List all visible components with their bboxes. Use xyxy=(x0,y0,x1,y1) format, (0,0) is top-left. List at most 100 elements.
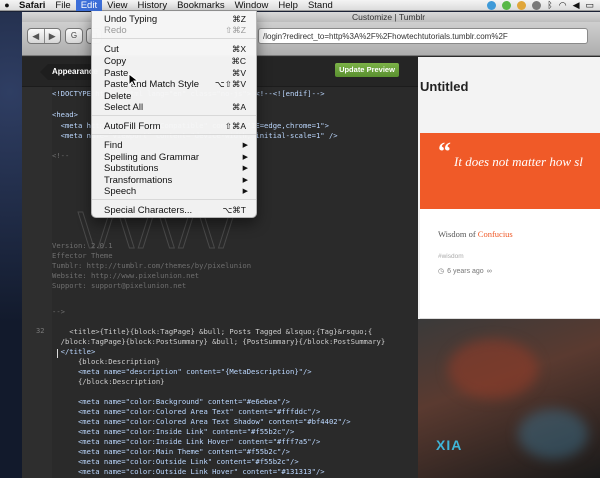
menu-item-label: Cut xyxy=(104,44,119,55)
menu-item-label: Redo xyxy=(104,25,127,36)
code-line: </title> xyxy=(52,347,96,356)
menu-item-substitutions[interactable]: Substitutions ▶ xyxy=(92,163,256,174)
menu-item-shortcut: ⇧⌘Z xyxy=(225,25,246,35)
menu-item-autofill-form[interactable]: AutoFill Form ⇧⌘A xyxy=(92,121,256,132)
menu-item-undo-typing[interactable]: Undo Typing ⌘Z xyxy=(92,14,256,25)
menu-item-label: Speech xyxy=(104,186,137,197)
menu-stand[interactable]: Stand xyxy=(303,0,338,11)
code-line: <title>{Title}{block:TagPage} &bull; Pos… xyxy=(52,327,373,336)
menu-help[interactable]: Help xyxy=(273,0,303,11)
evernote-icon[interactable] xyxy=(502,0,512,10)
apple-icon[interactable]: ● xyxy=(0,0,14,10)
menu-bookmarks[interactable]: Bookmarks xyxy=(172,0,230,11)
menu-item-find[interactable]: Find ▶ xyxy=(92,140,256,151)
quote-source: Wisdom of Confucius xyxy=(438,229,513,239)
menu-item-paste-and-match-style[interactable]: Paste and Match Style ⌥⇧⌘V xyxy=(92,79,256,90)
submenu-arrow-icon: ▶ xyxy=(242,165,248,172)
battery-icon[interactable]: ▭ xyxy=(585,0,594,11)
nav-buttons: ◀ ▶ xyxy=(27,28,61,44)
blog-title[interactable]: Untitled xyxy=(420,79,468,94)
code-line: --> xyxy=(52,307,65,316)
submenu-arrow-icon: ▶ xyxy=(242,142,248,149)
code-line: <head> xyxy=(52,110,78,119)
menu-item-label: Undo Typing xyxy=(104,14,158,25)
menu-item-copy[interactable]: Copy ⌘C xyxy=(92,56,256,67)
address-bar[interactable]: /login?redirect_to=http%3A%2F%2Fhowtecht… xyxy=(258,28,588,44)
menu-item-label: Spelling and Grammar xyxy=(104,152,200,163)
submenu-arrow-icon: ▶ xyxy=(242,177,248,184)
back-icon[interactable]: ◀ xyxy=(28,29,45,43)
menu-item-cut[interactable]: Cut ⌘X xyxy=(92,44,256,55)
submenu-arrow-icon: ▶ xyxy=(242,188,248,195)
menu-item-transformations[interactable]: Transformations ▶ xyxy=(92,175,256,186)
quote-mark: “ xyxy=(438,137,451,166)
dropbox-icon[interactable] xyxy=(487,0,497,10)
growl-icon[interactable] xyxy=(517,0,527,10)
code-line: <meta name="color:Outside Link Hover" co… xyxy=(52,467,325,476)
menu-item-label: Select All xyxy=(104,102,144,113)
menu-item-label: Copy xyxy=(104,56,127,67)
menu-item-shortcut: ⇧⌘A xyxy=(224,121,246,131)
post-footer: Wisdom of Confucius #wisdom ◷ 6 years ag… xyxy=(420,209,600,319)
timemachine-icon[interactable] xyxy=(532,0,542,10)
quote-source-link[interactable]: Confucius xyxy=(478,229,513,239)
code-line: Website: http://www.pixelunion.net xyxy=(52,271,200,280)
code-line: <meta name="color:Colored Area Text" con… xyxy=(52,407,321,416)
code-line: <!-- xyxy=(52,151,70,160)
menu-item-label: AutoFill Form xyxy=(104,121,161,132)
menu-item-label: Delete xyxy=(104,91,132,102)
menu-item-spelling-and-grammar[interactable]: Spelling and Grammar ▶ xyxy=(92,152,256,163)
menu-safari[interactable]: Safari xyxy=(14,0,50,11)
photo-post: XIA xyxy=(418,319,600,478)
post-tag[interactable]: #wisdom xyxy=(438,253,464,260)
code-line: <meta name="color:Inside Link" content="… xyxy=(52,427,295,436)
menu-item-shortcut: ⌘X xyxy=(231,44,246,54)
menubar: ● Safari File Edit View History Bookmark… xyxy=(0,0,600,11)
menu-item-shortcut: ⌘C xyxy=(231,56,246,66)
menu-item-shortcut: ⌥⌘T xyxy=(222,205,247,215)
volume-icon[interactable]: ◀ xyxy=(573,0,580,11)
menu-item-special-characters[interactable]: Special Characters... ⌥⌘T xyxy=(92,205,256,216)
menu-item-redo[interactable]: Redo ⇧⌘Z xyxy=(92,25,256,36)
menu-separator xyxy=(92,38,256,39)
menu-item-delete[interactable]: Delete xyxy=(92,91,256,102)
code-line: <meta name="color:Background" content="#… xyxy=(52,397,290,406)
menu-item-shortcut: ⌘V xyxy=(231,68,246,78)
submenu-arrow-icon: ▶ xyxy=(242,154,248,161)
mouse-pointer-icon xyxy=(128,73,138,87)
tab-overview-button[interactable]: G xyxy=(65,28,83,44)
code-line: <meta name="color:Colored Area Text Shad… xyxy=(52,417,351,426)
menu-item-label: Transformations xyxy=(104,175,173,186)
line-number: 32 xyxy=(36,327,45,335)
menu-file[interactable]: File xyxy=(50,0,75,11)
code-line: {block:Description} xyxy=(52,357,161,366)
post-meta: ◷ 6 years ago ∞ xyxy=(438,267,492,276)
notes-icon[interactable]: ∞ xyxy=(487,268,492,275)
photo-blur-2 xyxy=(518,409,588,459)
menu-item-paste[interactable]: Paste ⌘V xyxy=(92,68,256,79)
post-time[interactable]: 6 years ago xyxy=(447,268,484,275)
menu-view[interactable]: View xyxy=(102,0,132,11)
menu-item-label: Paste and Match Style xyxy=(104,79,200,90)
line-gutter xyxy=(22,87,52,478)
code-line: {/block:Description} xyxy=(52,377,165,386)
menu-window[interactable]: Window xyxy=(230,0,274,11)
menu-item-speech[interactable]: Speech ▶ xyxy=(92,186,256,197)
menu-history[interactable]: History xyxy=(133,0,173,11)
update-preview-button[interactable]: Update Preview xyxy=(335,63,399,77)
quote-post: “ It does not matter how sl xyxy=(420,133,600,209)
wifi-icon[interactable]: ◠ xyxy=(559,0,567,11)
menu-item-shortcut: ⌥⇧⌘V xyxy=(214,79,246,89)
forward-icon[interactable]: ▶ xyxy=(45,29,61,43)
clock-icon: ◷ xyxy=(438,268,445,275)
menu-item-label: Special Characters... xyxy=(104,205,193,216)
edit-menu: Undo Typing ⌘Z Redo ⇧⌘Z Cut ⌘X Copy ⌘C Paste ⌘V Pa… xyxy=(91,11,257,218)
blog-preview: Untitled “ It does not matter how sl Wis… xyxy=(418,57,600,478)
menu-item-label: Find xyxy=(104,140,123,151)
bluetooth-icon[interactable]: ᛒ xyxy=(547,0,552,10)
menu-item-select-all[interactable]: Select All ⌘A xyxy=(92,102,256,113)
code-line: <meta name="color:Outside Link" content=… xyxy=(52,457,299,466)
menu-edit[interactable]: Edit xyxy=(75,0,103,11)
desktop-background xyxy=(0,12,22,478)
menu-separator xyxy=(92,115,256,116)
